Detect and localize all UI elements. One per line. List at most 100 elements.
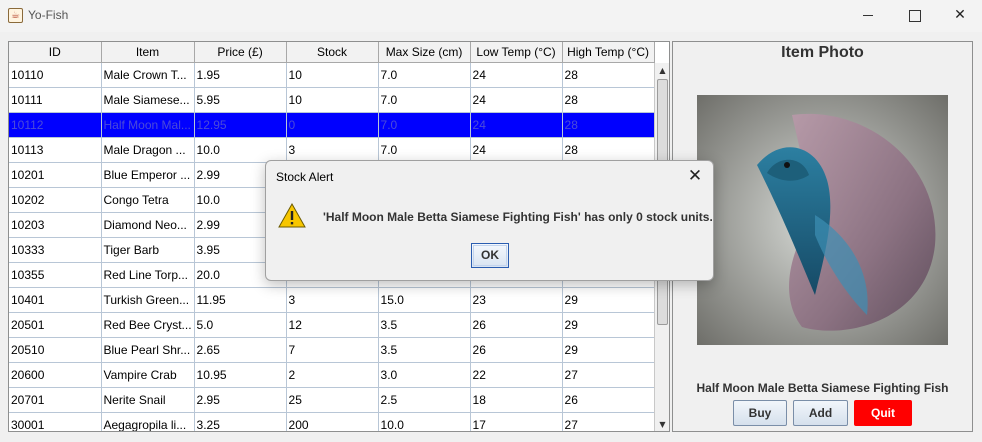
- table-cell[interactable]: 11.95: [194, 287, 287, 313]
- table-cell[interactable]: 3: [286, 137, 379, 163]
- table-cell[interactable]: 24: [470, 137, 563, 163]
- table-row[interactable]: 10111 Male Siamese... 5.95 10 7.0 24 28: [9, 87, 655, 113]
- table-cell[interactable]: 29: [562, 287, 655, 313]
- table-cell[interactable]: 20600: [9, 362, 102, 388]
- table-cell[interactable]: Half Moon Mal...: [101, 112, 195, 138]
- column-header[interactable]: Stock: [286, 42, 379, 63]
- table-cell[interactable]: 28: [562, 87, 655, 113]
- table-cell[interactable]: 10111: [9, 87, 102, 113]
- minimize-icon[interactable]: [845, 0, 891, 32]
- scroll-down-arrow-icon[interactable]: ▼: [655, 417, 669, 431]
- table-cell[interactable]: 10.95: [194, 362, 287, 388]
- column-header[interactable]: Item: [101, 42, 195, 63]
- table-cell[interactable]: 1.95: [194, 62, 287, 88]
- table-cell[interactable]: 29: [562, 337, 655, 363]
- table-cell[interactable]: Male Dragon ...: [101, 137, 195, 163]
- table-row[interactable]: 20510 Blue Pearl Shr... 2.65 7 3.5 26 29: [9, 337, 655, 363]
- table-cell[interactable]: Tiger Barb: [101, 237, 195, 263]
- table-cell[interactable]: 26: [470, 337, 563, 363]
- table-cell[interactable]: 17: [470, 412, 563, 431]
- table-cell[interactable]: 5.95: [194, 87, 287, 113]
- table-cell[interactable]: 10203: [9, 212, 102, 238]
- table-cell[interactable]: 7.0: [378, 137, 471, 163]
- table-cell[interactable]: 10202: [9, 187, 102, 213]
- table-cell[interactable]: Turkish Green...: [101, 287, 195, 313]
- table-row[interactable]: 20501 Red Bee Cryst... 5.0 12 3.5 26 29: [9, 312, 655, 338]
- table-cell[interactable]: 28: [562, 62, 655, 88]
- table-cell[interactable]: 20510: [9, 337, 102, 363]
- table-cell[interactable]: 10112: [9, 112, 102, 138]
- table-cell[interactable]: 10.0: [194, 137, 287, 163]
- table-cell[interactable]: 0: [286, 112, 379, 138]
- table-cell[interactable]: 7.0: [378, 87, 471, 113]
- buy-button[interactable]: Buy: [733, 400, 787, 426]
- table-cell[interactable]: Blue Emperor ...: [101, 162, 195, 188]
- table-cell[interactable]: 3: [286, 287, 379, 313]
- table-cell[interactable]: 24: [470, 87, 563, 113]
- window-close-icon[interactable]: ✕: [937, 0, 982, 32]
- table-cell[interactable]: 18: [470, 387, 563, 413]
- table-row[interactable]: 10112 Half Moon Mal... 12.95 0 7.0 24 28: [9, 112, 655, 138]
- table-cell[interactable]: 20501: [9, 312, 102, 338]
- add-button[interactable]: Add: [793, 400, 848, 426]
- table-cell[interactable]: 2.65: [194, 337, 287, 363]
- table-cell[interactable]: 2.5: [378, 387, 471, 413]
- table-cell[interactable]: 28: [562, 112, 655, 138]
- table-cell[interactable]: 10113: [9, 137, 102, 163]
- quit-button[interactable]: Quit: [854, 400, 912, 426]
- table-cell[interactable]: 7.0: [378, 62, 471, 88]
- table-cell[interactable]: 12: [286, 312, 379, 338]
- table-cell[interactable]: Aegagropila li...: [101, 412, 195, 431]
- table-cell[interactable]: 10355: [9, 262, 102, 288]
- table-cell[interactable]: 10333: [9, 237, 102, 263]
- table-cell[interactable]: Red Line Torp...: [101, 262, 195, 288]
- table-cell[interactable]: 24: [470, 62, 563, 88]
- table-cell[interactable]: Male Siamese...: [101, 87, 195, 113]
- table-cell[interactable]: 7: [286, 337, 379, 363]
- table-cell[interactable]: 20701: [9, 387, 102, 413]
- table-cell[interactable]: 2: [286, 362, 379, 388]
- table-cell[interactable]: Red Bee Cryst...: [101, 312, 195, 338]
- table-cell[interactable]: Male Crown T...: [101, 62, 195, 88]
- table-cell[interactable]: 3.0: [378, 362, 471, 388]
- table-cell[interactable]: 27: [562, 362, 655, 388]
- maximize-icon[interactable]: [891, 0, 937, 32]
- table-cell[interactable]: 7.0: [378, 112, 471, 138]
- table-cell[interactable]: 3.5: [378, 312, 471, 338]
- table-cell[interactable]: Vampire Crab: [101, 362, 195, 388]
- table-cell[interactable]: 2.95: [194, 387, 287, 413]
- table-row[interactable]: 10401 Turkish Green... 11.95 3 15.0 23 29: [9, 287, 655, 313]
- table-row[interactable]: 20600 Vampire Crab 10.95 2 3.0 22 27: [9, 362, 655, 388]
- ok-button[interactable]: OK: [471, 243, 509, 268]
- table-cell[interactable]: 200: [286, 412, 379, 431]
- table-cell[interactable]: 10110: [9, 62, 102, 88]
- table-cell[interactable]: 10.0: [378, 412, 471, 431]
- scroll-up-arrow-icon[interactable]: ▲: [655, 63, 669, 78]
- table-cell[interactable]: 29: [562, 312, 655, 338]
- table-cell[interactable]: 28: [562, 137, 655, 163]
- table-cell[interactable]: Congo Tetra: [101, 187, 195, 213]
- table-cell[interactable]: 3.25: [194, 412, 287, 431]
- table-cell[interactable]: 25: [286, 387, 379, 413]
- table-row[interactable]: 10110 Male Crown T... 1.95 10 7.0 24 28: [9, 62, 655, 88]
- table-cell[interactable]: Nerite Snail: [101, 387, 195, 413]
- dialog-close-icon[interactable]: ✕: [685, 165, 705, 187]
- table-cell[interactable]: 10: [286, 62, 379, 88]
- table-cell[interactable]: Diamond Neo...: [101, 212, 195, 238]
- table-cell[interactable]: 22: [470, 362, 563, 388]
- table-cell[interactable]: 23: [470, 287, 563, 313]
- table-cell[interactable]: 10401: [9, 287, 102, 313]
- table-row[interactable]: 10113 Male Dragon ... 10.0 3 7.0 24 28: [9, 137, 655, 163]
- table-cell[interactable]: 24: [470, 112, 563, 138]
- table-row[interactable]: 20701 Nerite Snail 2.95 25 2.5 18 26: [9, 387, 655, 413]
- table-cell[interactable]: 12.95: [194, 112, 287, 138]
- column-header[interactable]: High Temp (°C): [562, 42, 655, 63]
- table-cell[interactable]: 10: [286, 87, 379, 113]
- table-cell[interactable]: Blue Pearl Shr...: [101, 337, 195, 363]
- table-cell[interactable]: 15.0: [378, 287, 471, 313]
- table-cell[interactable]: 3.5: [378, 337, 471, 363]
- table-cell[interactable]: 27: [562, 412, 655, 431]
- table-row[interactable]: 30001 Aegagropila li... 3.25 200 10.0 17 27: [9, 412, 655, 431]
- table-cell[interactable]: 26: [562, 387, 655, 413]
- table-cell[interactable]: 26: [470, 312, 563, 338]
